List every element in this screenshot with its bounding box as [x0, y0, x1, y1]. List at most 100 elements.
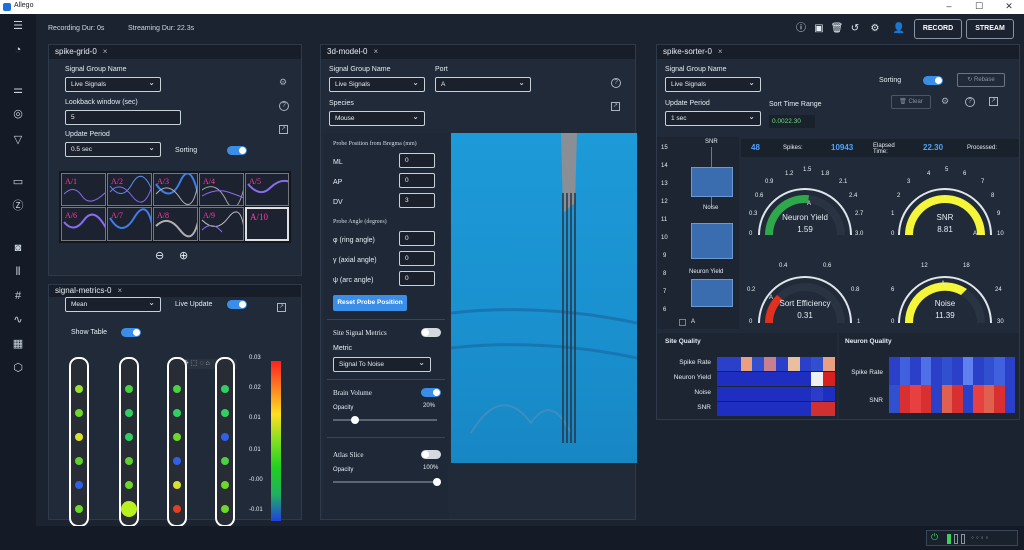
apps-grid-icon[interactable]: ▦ [0, 334, 36, 354]
maximize-icon[interactable]: ☐ [964, 0, 994, 14]
site-dot[interactable] [173, 457, 181, 465]
3d-viewport[interactable] [451, 133, 637, 463]
waveform-icon[interactable]: ⦀ [0, 262, 36, 282]
metric-select[interactable]: Mean [65, 296, 161, 312]
grid-cell[interactable]: A/8 [153, 207, 198, 241]
spike-grid-tab[interactable]: spike-grid-0 × [49, 45, 301, 59]
phi-input[interactable]: 0 [399, 231, 435, 246]
signal-group-select[interactable]: Live Signals [665, 76, 761, 92]
site-dot[interactable] [125, 433, 133, 441]
update-period-select[interactable]: 1 sec [665, 110, 761, 126]
site-dot[interactable] [173, 505, 181, 513]
site-dot-selected[interactable] [121, 501, 137, 517]
gamma-input[interactable]: 0 [399, 251, 435, 266]
box-noise[interactable] [691, 223, 733, 259]
site-dot[interactable] [221, 505, 229, 513]
site-dot[interactable] [125, 409, 133, 417]
zoom-out-icon[interactable]: ⊖ [155, 249, 164, 262]
grid-cell[interactable]: A/9 [199, 207, 244, 241]
metric-select[interactable]: Signal To Noise [333, 356, 431, 372]
help-icon[interactable]: ? [611, 78, 621, 88]
menu-icon[interactable]: ☰ [0, 16, 36, 36]
psi-input[interactable]: 0 [399, 271, 435, 286]
grid-cell[interactable]: A/2 [107, 173, 152, 206]
rebase-button[interactable]: ↻ Rebase [957, 73, 1005, 87]
external-link-icon[interactable]: ↗ [277, 303, 286, 312]
grid-cell[interactable]: A/5 [245, 173, 289, 206]
z-icon[interactable]: Ⓩ [0, 196, 36, 216]
brain-opacity-slider[interactable] [333, 419, 437, 421]
external-link-icon[interactable]: ↗ [989, 97, 998, 106]
close-icon[interactable]: ✕ [994, 0, 1024, 14]
clear-button[interactable]: 🗑 Clear [891, 95, 931, 109]
site-dot[interactable] [125, 481, 133, 489]
site-dot[interactable] [173, 385, 181, 393]
site-dot[interactable] [221, 385, 229, 393]
update-period-select[interactable]: 0.5 sec [65, 141, 161, 157]
site-dot[interactable] [75, 409, 83, 417]
sliders-icon[interactable]: ⚌ [0, 80, 36, 100]
show-table-toggle[interactable] [121, 328, 141, 337]
live-update-toggle[interactable] [227, 300, 247, 309]
site-dot[interactable] [75, 385, 83, 393]
site-dot[interactable] [125, 457, 133, 465]
sorting-toggle[interactable] [227, 146, 247, 155]
help-icon[interactable]: ? [279, 101, 289, 111]
3d-model-tab[interactable]: 3d-model-0 × [321, 45, 635, 59]
site-dot[interactable] [125, 385, 133, 393]
site-dot[interactable] [221, 481, 229, 489]
signal-metrics-tab[interactable]: signal-metrics-0 × [49, 285, 301, 297]
reset-probe-button[interactable]: Reset Probe Position [333, 295, 407, 311]
brain-volume-toggle[interactable] [421, 388, 441, 397]
grid-cell[interactable]: A/4 [199, 173, 244, 206]
camera-icon[interactable]: ◙ [0, 238, 36, 258]
ml-input[interactable]: 0 [399, 153, 435, 168]
site-dot[interactable] [221, 433, 229, 441]
signal-group-select[interactable]: Live Signals [329, 76, 425, 92]
site-metrics-toggle[interactable] [421, 328, 441, 337]
history-icon[interactable]: ↺ [848, 22, 862, 36]
help-icon[interactable]: ? [965, 97, 975, 107]
ap-input[interactable]: 0 [399, 173, 435, 188]
species-select[interactable]: Mouse [329, 110, 425, 126]
box-snr[interactable] [691, 167, 733, 197]
site-dot[interactable] [75, 433, 83, 441]
box-neuron-yield[interactable] [691, 279, 733, 307]
power-icon[interactable]: ⏻ [931, 532, 938, 543]
external-link-icon[interactable]: ↗ [279, 125, 288, 134]
site-dot[interactable] [75, 481, 83, 489]
site-dot[interactable] [75, 457, 83, 465]
minimize-icon[interactable]: – [934, 0, 964, 14]
save-icon[interactable]: ▣ [812, 22, 826, 36]
add-user-icon[interactable]: 👤 [892, 22, 906, 36]
settings-gear-icon[interactable]: ⚙ [868, 22, 882, 36]
site-dot[interactable] [221, 457, 229, 465]
signal-group-select[interactable]: Live Signals [65, 76, 161, 92]
monitor-icon[interactable]: ▭ [0, 172, 36, 192]
slider-handle[interactable] [433, 478, 441, 486]
grid-cell[interactable]: A/7 [107, 207, 152, 241]
sorting-toggle[interactable] [923, 76, 943, 85]
zoom-in-icon[interactable]: ⊕ [179, 249, 188, 262]
record-button[interactable]: RECORD [914, 19, 962, 39]
dashboard-icon[interactable]: ◔ [0, 40, 36, 60]
site-dot[interactable] [75, 505, 83, 513]
grid-cell-selected[interactable]: A/10 [245, 207, 289, 241]
spike-sorter-tab[interactable]: spike-sorter-0 × [657, 45, 1019, 59]
port-select[interactable]: A [435, 76, 531, 92]
external-link-icon[interactable]: ↗ [611, 102, 620, 111]
site-dot[interactable] [221, 409, 229, 417]
grid-cell[interactable]: A/6 [61, 207, 106, 241]
target-icon[interactable]: ◎ [0, 104, 36, 124]
stream-button[interactable]: STREAM [966, 19, 1014, 39]
filter-icon[interactable]: ▽ [0, 130, 36, 150]
gear-icon[interactable]: ⚙ [941, 96, 949, 107]
lookback-input[interactable]: 5 [65, 110, 181, 125]
site-dot[interactable] [173, 433, 181, 441]
trash-icon[interactable]: 🗑 [830, 22, 844, 36]
info-icon[interactable]: ⓘ [794, 22, 808, 36]
slider-handle[interactable] [351, 416, 359, 424]
site-dot[interactable] [173, 481, 181, 489]
site-dot[interactable] [173, 409, 181, 417]
grid-cell[interactable]: A/1 [61, 173, 106, 206]
